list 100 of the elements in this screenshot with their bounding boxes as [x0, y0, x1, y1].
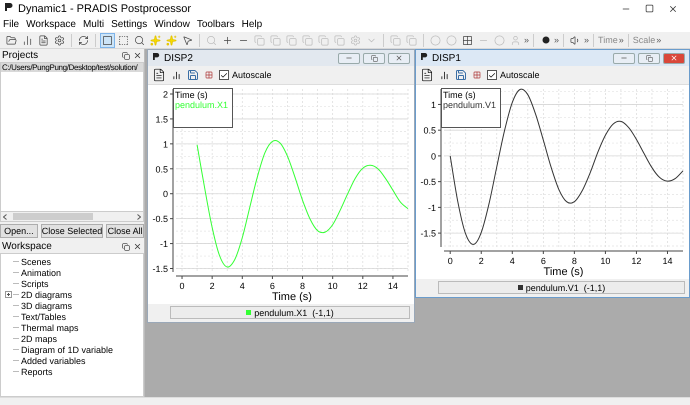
y-tick-label: 1.5 [155, 114, 168, 124]
tree-item[interactable]: Scripts [21, 278, 49, 288]
autoscale-checkbox[interactable] [487, 70, 497, 80]
y-tick-label: -0.5 [420, 177, 436, 188]
square-button[interactable] [100, 32, 115, 48]
autoscale-checkbox[interactable] [219, 70, 229, 80]
close-icon[interactable] [133, 51, 142, 60]
chart-icon[interactable] [440, 70, 449, 80]
x-tick-label: 4 [240, 281, 245, 291]
maximize-icon[interactable] [645, 4, 654, 12]
tree-item[interactable]: 2D diagrams [21, 290, 72, 300]
y-tick-label: -1.5 [420, 228, 436, 239]
menu-item[interactable]: Help [242, 19, 262, 30]
menu-item[interactable]: File [3, 19, 20, 30]
copy-icon [302, 34, 313, 46]
info-text: pendulum.X1 [175, 100, 230, 110]
project-item[interactable]: C:/Users/PungPung/Desktop/test/solution/ [1, 63, 143, 72]
info-text: Time (s) [443, 90, 477, 100]
search-icon [134, 34, 145, 46]
window-title: DISP2 [164, 52, 194, 64]
legend-text: pendulum.X1 (-1,1) [254, 308, 334, 318]
x-tick-label: 10 [600, 256, 610, 266]
menu-item[interactable]: Window [154, 19, 190, 30]
overflow-button[interactable]: » [656, 35, 662, 45]
x-tick-label: 12 [631, 256, 642, 266]
close-icon[interactable] [668, 4, 678, 14]
copy-icon [406, 34, 417, 46]
grid-icon[interactable] [205, 71, 213, 79]
x-tick-label: 14 [388, 281, 398, 291]
close-button[interactable] [663, 52, 685, 64]
minimize-button[interactable] [338, 52, 360, 64]
chart-icon[interactable] [172, 70, 181, 80]
toolbar-label: Time [598, 35, 618, 45]
close-icon[interactable] [133, 242, 142, 251]
check-icon [488, 70, 496, 80]
tree-item[interactable]: Text/Tables [21, 312, 66, 322]
panel-button[interactable]: Close All [106, 224, 144, 238]
overflow-button[interactable]: » [554, 35, 560, 45]
overflow-button[interactable]: » [524, 35, 530, 45]
tree-item[interactable]: 2D maps [21, 334, 58, 344]
tree-item[interactable]: Scenes [21, 256, 52, 266]
folder-icon [6, 34, 17, 46]
settings-button[interactable] [52, 32, 67, 48]
save-icon[interactable] [187, 69, 199, 81]
checkbox-label: Autoscale [500, 70, 540, 80]
save-icon[interactable] [455, 69, 467, 81]
menu-item[interactable]: Settings [111, 19, 148, 30]
x-tick-label: 6 [270, 281, 275, 291]
dashed-square-icon [118, 34, 129, 46]
x-tick-label: 12 [358, 281, 368, 291]
float-icon[interactable] [122, 242, 130, 250]
tree-item[interactable]: Thermal maps [21, 322, 79, 332]
menu-item[interactable]: Toolbars [196, 19, 235, 30]
panel-button[interactable]: Close Selected [40, 224, 104, 238]
panel-button[interactable]: Open... [0, 224, 38, 238]
scrollbar-thumb[interactable] [13, 213, 93, 220]
dot-icon [542, 36, 550, 44]
y-tick-label: -1 [428, 202, 436, 213]
tree-item[interactable]: Added variables [21, 356, 86, 366]
grid-icon[interactable] [473, 71, 481, 79]
tree-item[interactable]: Diagram of 1D variable [21, 344, 114, 354]
copy-icon [318, 34, 329, 46]
window-title: DISP1 [432, 52, 462, 64]
overflow-button[interactable]: » [618, 35, 624, 45]
sparkle-icon [150, 34, 161, 46]
settings-icon [54, 34, 65, 46]
overflow-button[interactable]: » [584, 35, 590, 45]
circle-icon [430, 34, 441, 46]
copy-icon [270, 34, 281, 46]
x-tick-label: 0 [180, 281, 185, 291]
x-tick-label: 14 [662, 256, 672, 266]
tree-item[interactable]: Animation [21, 268, 62, 278]
chart-icon [22, 34, 33, 46]
y-tick-label: -0.5 [152, 214, 168, 224]
float-icon[interactable] [122, 52, 130, 60]
square-icon [102, 34, 113, 46]
tree-item[interactable]: Reports [21, 366, 53, 376]
expand-icon[interactable] [5, 291, 12, 298]
x-axis-label: Time (s) [272, 291, 312, 302]
minimize-button[interactable] [613, 52, 635, 64]
legend-swatch [246, 310, 252, 315]
plus-icon [222, 34, 233, 46]
y-tick-label: 0.5 [423, 126, 436, 136]
legend-swatch [518, 285, 523, 290]
menu-item[interactable]: Multi [82, 19, 104, 30]
tree-item[interactable]: 3D diagrams [21, 300, 72, 310]
scroll-left-icon[interactable] [3, 214, 7, 220]
sparkle-icon [166, 34, 177, 46]
panel-title: Projects [2, 50, 40, 61]
toolbar-label: Scale [632, 35, 656, 45]
check-icon [220, 70, 228, 80]
y-tick-label: 0.5 [155, 164, 168, 174]
menu-item[interactable]: Workspace [26, 19, 76, 30]
copy-icon [286, 34, 297, 46]
scroll-right-icon[interactable] [137, 214, 141, 220]
document-icon[interactable] [152, 68, 166, 82]
restore-button[interactable] [363, 52, 385, 64]
document-icon[interactable] [420, 68, 434, 82]
restore-button[interactable] [638, 52, 660, 64]
panel-title: Workspace [2, 241, 53, 252]
